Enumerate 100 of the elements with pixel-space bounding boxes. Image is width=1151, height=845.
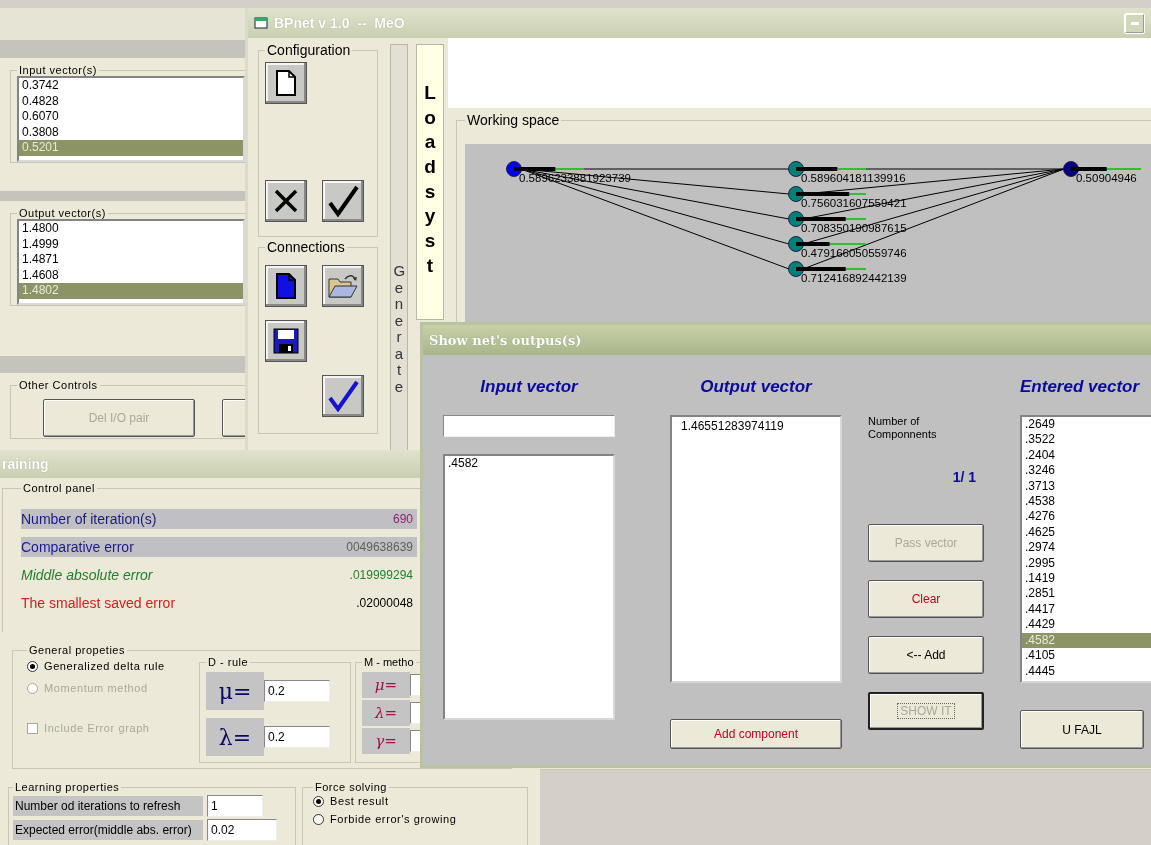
node-value: 0.712416892442139 bbox=[801, 272, 907, 284]
list-item[interactable]: .4417 bbox=[1022, 601, 1151, 618]
add-component-button[interactable]: Add component bbox=[670, 719, 842, 749]
list-item[interactable]: 1.4800 bbox=[19, 221, 243, 237]
window-title: BPnet v 1.0 -- MeO bbox=[274, 15, 405, 31]
document-icon bbox=[276, 70, 296, 96]
list-item[interactable]: 0.3808 bbox=[19, 124, 243, 140]
node-value: 0.589604181139916 bbox=[801, 172, 906, 184]
parameter-symbol: λ= bbox=[206, 718, 264, 756]
activation-bar bbox=[796, 267, 866, 271]
stat-value: 690 bbox=[392, 512, 413, 526]
stat-label: The smallest saved error bbox=[21, 595, 176, 611]
list-item[interactable]: 1.4999 bbox=[19, 236, 243, 252]
group-label: Learning properties bbox=[14, 781, 121, 793]
stat-label: Number of iteration(s) bbox=[21, 511, 157, 527]
confirm-button[interactable] bbox=[322, 180, 364, 222]
list-item[interactable]: .2404 bbox=[1022, 447, 1151, 464]
group-label: D - rule bbox=[207, 656, 250, 668]
list-item[interactable]: .1419 bbox=[1022, 571, 1151, 587]
parameter-symbol: γ= bbox=[362, 728, 410, 754]
parameter-symbol: μ= bbox=[206, 672, 264, 710]
input-field[interactable]: 0.2 bbox=[264, 680, 330, 702]
list-box[interactable]: 1.46551283974119 bbox=[670, 415, 842, 683]
open-folder-icon bbox=[327, 273, 359, 299]
list-box[interactable]: 1.4800 1.4999 1.4871 1.4608 1.4802 bbox=[17, 219, 245, 305]
list-item[interactable]: 0.6070 bbox=[19, 109, 243, 125]
check-icon bbox=[327, 380, 359, 412]
group-label: Configuration bbox=[266, 42, 352, 58]
group-label: General propeties bbox=[28, 644, 126, 656]
radio-option[interactable]: Forbide error's growing bbox=[313, 813, 527, 825]
field-label: Expected error(middle abs. error) bbox=[13, 820, 203, 840]
list-box[interactable]: .2649 .3522 .2404 .3246 .3713 .4538 .4276 .4625 .2974 .2995 .1419 .2851 .4417 .4429 .4582 .4105 .4445 bbox=[1020, 415, 1151, 683]
field-label: Number od iterations to refresh bbox=[13, 796, 203, 816]
input-field[interactable]: 1 bbox=[207, 795, 263, 817]
stat-value: .02000048 bbox=[356, 596, 413, 610]
list-item[interactable]: 1.4608 bbox=[19, 267, 243, 283]
open-button[interactable] bbox=[322, 265, 364, 307]
window-icon bbox=[254, 17, 268, 29]
list-item[interactable]: .2851 bbox=[1022, 586, 1151, 602]
list-item[interactable]: .3713 bbox=[1022, 478, 1151, 495]
window-title: Show net's outpus(s) bbox=[429, 332, 582, 348]
list-item[interactable]: 0.3742 bbox=[19, 78, 243, 94]
components-label: Number of Componnents bbox=[868, 415, 938, 441]
column-heading: Output vector bbox=[699, 377, 814, 398]
group-label: M - metho bbox=[363, 656, 415, 668]
list-item[interactable]: .3522 bbox=[1022, 432, 1151, 448]
list-item[interactable]: .4538 bbox=[1022, 494, 1151, 510]
confirm-button[interactable] bbox=[322, 375, 364, 417]
dialog-button[interactable]: <-- Add bbox=[868, 636, 984, 674]
group-label: Other Controls bbox=[18, 379, 99, 391]
load-system-button[interactable]: Load syst bbox=[416, 44, 444, 320]
cancel-button[interactable] bbox=[265, 180, 307, 222]
list-item[interactable]: .4445 bbox=[1022, 663, 1151, 679]
parameter-symbol: μ= bbox=[362, 672, 410, 698]
save-icon bbox=[273, 328, 299, 354]
list-item[interactable]: .4582 bbox=[445, 456, 613, 472]
column-heading: Input vector bbox=[479, 377, 580, 398]
activation-bar bbox=[796, 242, 866, 246]
group-label: Force solving bbox=[314, 781, 388, 793]
stat-label: Comparative error bbox=[21, 539, 134, 555]
list-item[interactable]: .2649 bbox=[1022, 417, 1151, 433]
list-item[interactable]: 1.4871 bbox=[19, 252, 243, 268]
save-button[interactable] bbox=[265, 320, 307, 362]
new-button[interactable] bbox=[265, 265, 307, 307]
list-item[interactable]: .4625 bbox=[1022, 524, 1151, 541]
list-item[interactable]: 1.46551283974119 bbox=[678, 419, 834, 435]
list-item[interactable]: 0.4828 bbox=[19, 93, 243, 109]
list-item[interactable]: .2995 bbox=[1022, 555, 1151, 572]
input-field[interactable]: 0.02 bbox=[207, 819, 277, 841]
list-item[interactable]: .4276 bbox=[1022, 509, 1151, 525]
generate-label[interactable]: Generate bbox=[393, 263, 405, 395]
file-button[interactable]: U FAJL bbox=[1020, 710, 1144, 749]
dialog-button[interactable]: Clear bbox=[868, 580, 984, 618]
list-item[interactable]: .3246 bbox=[1022, 463, 1151, 479]
input-field[interactable] bbox=[443, 415, 615, 437]
list-box[interactable]: 0.3742 0.4828 0.6070 0.3808 0.5201 bbox=[17, 76, 245, 162]
group-label: Control panel bbox=[22, 482, 96, 494]
minimize-icon bbox=[1130, 21, 1139, 25]
list-item[interactable]: .2974 bbox=[1022, 540, 1151, 556]
activation-bar bbox=[796, 192, 866, 196]
radio-option[interactable]: Generalized delta rule bbox=[27, 660, 187, 672]
list-box[interactable]: .4582 bbox=[443, 454, 615, 720]
minimize-button[interactable] bbox=[1124, 12, 1145, 34]
radio-option[interactable]: Best result bbox=[313, 795, 527, 807]
window-title: raining bbox=[2, 456, 49, 472]
group-label: Output vector(s) bbox=[18, 207, 107, 219]
activation-bar bbox=[796, 217, 866, 221]
stat-label: Middle absolute error bbox=[21, 567, 153, 583]
column-heading: Entered vector bbox=[1020, 377, 1141, 398]
stat-value: .019999294 bbox=[349, 568, 413, 582]
activation-bar bbox=[1071, 167, 1141, 171]
activation-bar bbox=[514, 167, 584, 171]
list-item[interactable]: .4429 bbox=[1022, 617, 1151, 633]
component-count: 1/ 1 bbox=[952, 469, 976, 485]
close-icon bbox=[273, 188, 299, 214]
document-icon bbox=[276, 273, 296, 299]
list-item[interactable]: .4105 bbox=[1022, 648, 1151, 664]
group-label: Connections bbox=[266, 239, 346, 255]
new-button[interactable] bbox=[265, 62, 307, 104]
input-field[interactable]: 0.2 bbox=[264, 726, 330, 748]
